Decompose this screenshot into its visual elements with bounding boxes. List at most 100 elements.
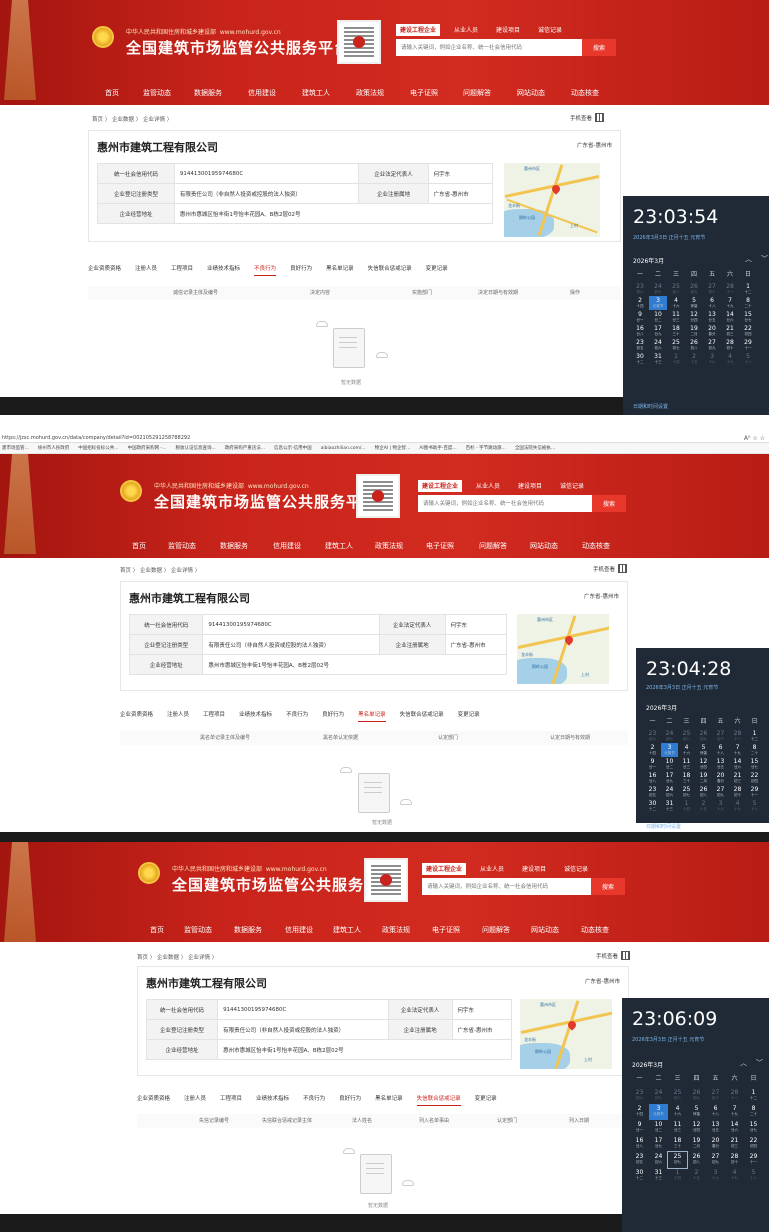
- search-tab-personnel[interactable]: 从业人员: [450, 24, 482, 36]
- bookmark[interactable]: 全国法院失信被执...: [515, 443, 555, 453]
- nav-verification[interactable]: 动态核查: [581, 925, 609, 935]
- nav-supervision[interactable]: 监管动态: [168, 541, 196, 551]
- calendar-day[interactable]: 19 二月: [685, 324, 703, 338]
- calendar-day[interactable]: 12 廿四: [687, 1120, 706, 1136]
- location-map[interactable]: 惠州市区 龙丰街 鹅岭公园 上村: [520, 999, 612, 1069]
- calendar-day[interactable]: 20 春分: [712, 771, 729, 785]
- nav-verification[interactable]: 动态核查: [582, 541, 610, 551]
- tab-good-behavior[interactable]: 良好行为: [290, 264, 312, 276]
- calendar-day[interactable]: 6 十八: [712, 743, 729, 757]
- calendar-day[interactable]: 30 十二: [631, 352, 649, 366]
- search-button[interactable]: 搜索: [582, 39, 616, 56]
- calendar-day[interactable]: 11 廿三: [678, 757, 695, 771]
- calendar-day[interactable]: 24 初六: [661, 785, 678, 799]
- calendar-day[interactable]: 9 廿一: [631, 310, 649, 324]
- calendar-day[interactable]: 23 初六: [644, 729, 661, 743]
- calendar-day[interactable]: 24 初六: [649, 1152, 668, 1168]
- tab-blacklist[interactable]: 黑名单记录: [358, 710, 386, 722]
- tab-good-behavior[interactable]: 良好行为: [339, 1094, 361, 1106]
- tab-changes[interactable]: 变更记录: [475, 1094, 497, 1106]
- calendar-day[interactable]: 13 廿五: [703, 310, 721, 324]
- calendar-day[interactable]: 3 十六: [703, 352, 721, 366]
- calendar-day[interactable]: 9 廿一: [630, 1120, 649, 1136]
- calendar-day[interactable]: 4 十七: [725, 1168, 744, 1184]
- breadcrumb[interactable]: 首页 〉 企业数据 〉 企业详情 〉: [137, 953, 217, 961]
- clock-date[interactable]: 2026年3月3日 正月十五 元宵节: [632, 1036, 704, 1043]
- calendar-day[interactable]: 10 廿二: [649, 1120, 668, 1136]
- nav-workers[interactable]: 建筑工人: [333, 925, 361, 935]
- breadcrumb[interactable]: 首页 〉 企业数据 〉 企业详情 〉: [120, 566, 200, 574]
- calendar-day[interactable]: 5 十八: [744, 1168, 763, 1184]
- bookmark[interactable]: 建市场监管...: [2, 443, 29, 453]
- tab-dishonesty[interactable]: 失信联合惩戒记录: [416, 1094, 461, 1106]
- calendar-day[interactable]: 26 初八: [685, 338, 703, 352]
- nav-site-news[interactable]: 网站动态: [531, 925, 559, 935]
- bookmark[interactable]: 信息公示-信用中国: [274, 443, 312, 453]
- calendar-day[interactable]: 4 十六: [667, 296, 685, 310]
- bookmark[interactable]: 徐州市人民政府: [38, 443, 70, 453]
- calendar-day[interactable]: 31 十三: [661, 799, 678, 813]
- calendar-day[interactable]: 8 二十: [739, 296, 757, 310]
- tab-changes[interactable]: 变更记录: [458, 710, 480, 722]
- calendar-month[interactable]: 2026年3月: [633, 256, 664, 265]
- bookmark[interactable]: 百杉 - 字节跳动旗...: [466, 443, 506, 453]
- search-tab-personnel[interactable]: 从业人员: [476, 863, 508, 875]
- calendar-day[interactable]: 31 十三: [649, 1168, 668, 1184]
- calendar-day[interactable]: 16 廿八: [631, 324, 649, 338]
- calendar-day[interactable]: 14 廿六: [721, 310, 739, 324]
- calendar-day[interactable]: 28 初十: [725, 1152, 744, 1168]
- nav-e-license[interactable]: 电子证照: [426, 541, 454, 551]
- calendar-day[interactable]: 3 元宵节: [649, 296, 667, 310]
- calendar-day[interactable]: 25 初八: [678, 729, 695, 743]
- calendar-day[interactable]: 20 春分: [706, 1136, 725, 1152]
- chevron-up-icon[interactable]: ︿: [740, 1058, 747, 1068]
- clock-date[interactable]: 2026年3月3日 正月十五 元宵节: [633, 234, 705, 241]
- chevron-up-icon[interactable]: ︿: [745, 254, 752, 264]
- calendar-day[interactable]: 7 十九: [725, 1104, 744, 1120]
- calendar-day[interactable]: 24 初六: [649, 338, 667, 352]
- nav-home[interactable]: 首页: [132, 541, 146, 551]
- tab-projects[interactable]: 工程项目: [171, 264, 193, 276]
- calendar-day[interactable]: 27 初十: [712, 729, 729, 743]
- tab-registered-staff[interactable]: 注册人员: [135, 264, 157, 276]
- nav-site-news[interactable]: 网站动态: [530, 541, 558, 551]
- mobile-view-link[interactable]: 手机查看: [596, 951, 631, 960]
- site-title[interactable]: 全国建筑市场监管公共服务平台: [154, 491, 378, 512]
- calendar-day[interactable]: 30 十二: [630, 1168, 649, 1184]
- bookmark[interactable]: 中国招标投标公共...: [78, 443, 118, 453]
- calendar-day[interactable]: 11 廿三: [668, 1120, 687, 1136]
- calendar-day[interactable]: 22 初四: [746, 771, 763, 785]
- nav-policy[interactable]: 政策法规: [356, 88, 384, 98]
- calendar-day[interactable]: 23 初六: [630, 1088, 649, 1104]
- calendar-day[interactable]: 2 十五: [685, 352, 703, 366]
- calendar-day[interactable]: 4 十七: [721, 352, 739, 366]
- tab-performance[interactable]: 业绩技术指标: [207, 264, 240, 276]
- calendar-day[interactable]: 10 廿二: [661, 757, 678, 771]
- calendar-day[interactable]: 11 廿三: [667, 310, 685, 324]
- bookmark[interactable]: AI图书助手-百度...: [419, 443, 456, 453]
- search-tab-project[interactable]: 建设项目: [514, 480, 546, 492]
- calendar-day[interactable]: 19 二月: [687, 1136, 706, 1152]
- calendar-day[interactable]: 17 廿九: [661, 771, 678, 785]
- tab-projects[interactable]: 工程项目: [220, 1094, 242, 1106]
- calendar-day[interactable]: 25 初七: [667, 338, 685, 352]
- tab-registered-staff[interactable]: 注册人员: [184, 1094, 206, 1106]
- tab-blacklist[interactable]: 黑名单记录: [326, 264, 354, 276]
- calendar-day[interactable]: 19 二月: [695, 771, 712, 785]
- calendar-day[interactable]: 2 十四: [630, 1104, 649, 1120]
- calendar-day[interactable]: 3 十六: [712, 799, 729, 813]
- calendar-day[interactable]: 5 惊蛰: [687, 1104, 706, 1120]
- nav-credit[interactable]: 信用建设: [285, 925, 313, 935]
- search-tab-personnel[interactable]: 从业人员: [472, 480, 504, 492]
- search-input[interactable]: [396, 39, 582, 56]
- calendar-day[interactable]: 23 初五: [630, 1152, 649, 1168]
- tab-performance[interactable]: 业绩技术指标: [239, 710, 272, 722]
- calendar-day[interactable]: 15 廿七: [739, 310, 757, 324]
- tab-dishonesty[interactable]: 失信联合惩戒记录: [368, 264, 412, 276]
- chevron-down-icon[interactable]: ﹀: [761, 254, 768, 264]
- bookmark[interactable]: 中国政府采购网 -...: [128, 443, 167, 453]
- nav-policy[interactable]: 政策法规: [375, 541, 403, 551]
- nav-supervision[interactable]: 监管动态: [143, 88, 171, 98]
- calendar-day[interactable]: 27 初十: [703, 282, 721, 296]
- tab-qualification[interactable]: 企业资质资格: [137, 1094, 170, 1106]
